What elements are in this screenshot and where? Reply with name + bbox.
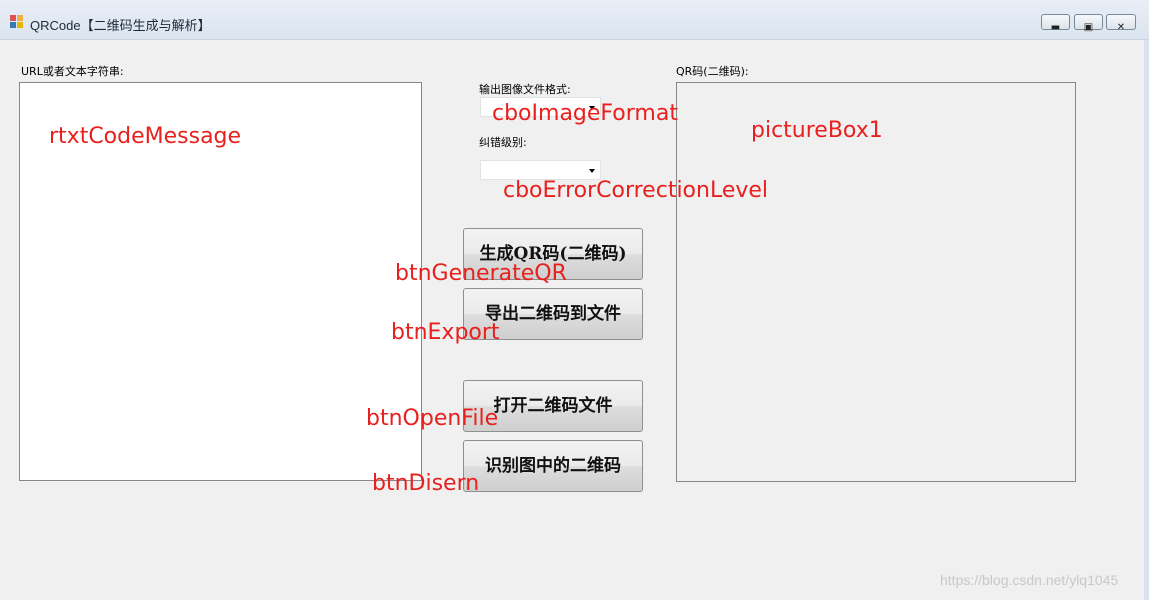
close-button[interactable]: ✕ — [1106, 14, 1136, 33]
qrcode-app-icon — [10, 15, 24, 29]
annotation-cbo-image: cboImageFormat — [492, 101, 678, 126]
minimize-button[interactable]: ▬ — [1041, 14, 1070, 33]
input-label: URL或者文本字符串: — [21, 65, 124, 78]
annotation-picture: pictureBox1 — [751, 118, 883, 143]
minimize-icon: ▬ — [1050, 22, 1061, 33]
window-right-border — [1144, 40, 1149, 600]
watermark: https://blog.csdn.net/ylq1045 — [940, 572, 1119, 588]
discern-button[interactable]: 识别图中的二维码 — [463, 440, 643, 492]
maximize-button[interactable]: ▣ — [1074, 14, 1103, 33]
qr-label: QR码(二维码): — [676, 65, 749, 78]
annotation-btn-discern: btnDisern — [372, 471, 480, 496]
error-correction-select[interactable] — [480, 160, 601, 180]
error-level-label: 纠错级别: — [479, 136, 527, 149]
window-titlebar: QRCode【二维码生成与解析】 ▬ ▣ ✕ — [0, 0, 1149, 40]
annotation-rtxt: rtxtCodeMessage — [49, 124, 242, 149]
window-title: QRCode【二维码生成与解析】 — [30, 18, 211, 33]
annotation-btn-export: btnExport — [391, 320, 500, 345]
image-format-label: 输出图像文件格式: — [479, 83, 571, 96]
chevron-down-icon — [589, 169, 595, 173]
annotation-cbo-error: cboErrorCorrectionLevel — [503, 178, 769, 203]
annotation-btn-generate: btnGenerateQR — [395, 261, 567, 286]
close-icon: ✕ — [1116, 22, 1126, 33]
annotation-btn-open: btnOpenFile — [366, 406, 499, 431]
maximize-icon: ▣ — [1083, 22, 1094, 33]
